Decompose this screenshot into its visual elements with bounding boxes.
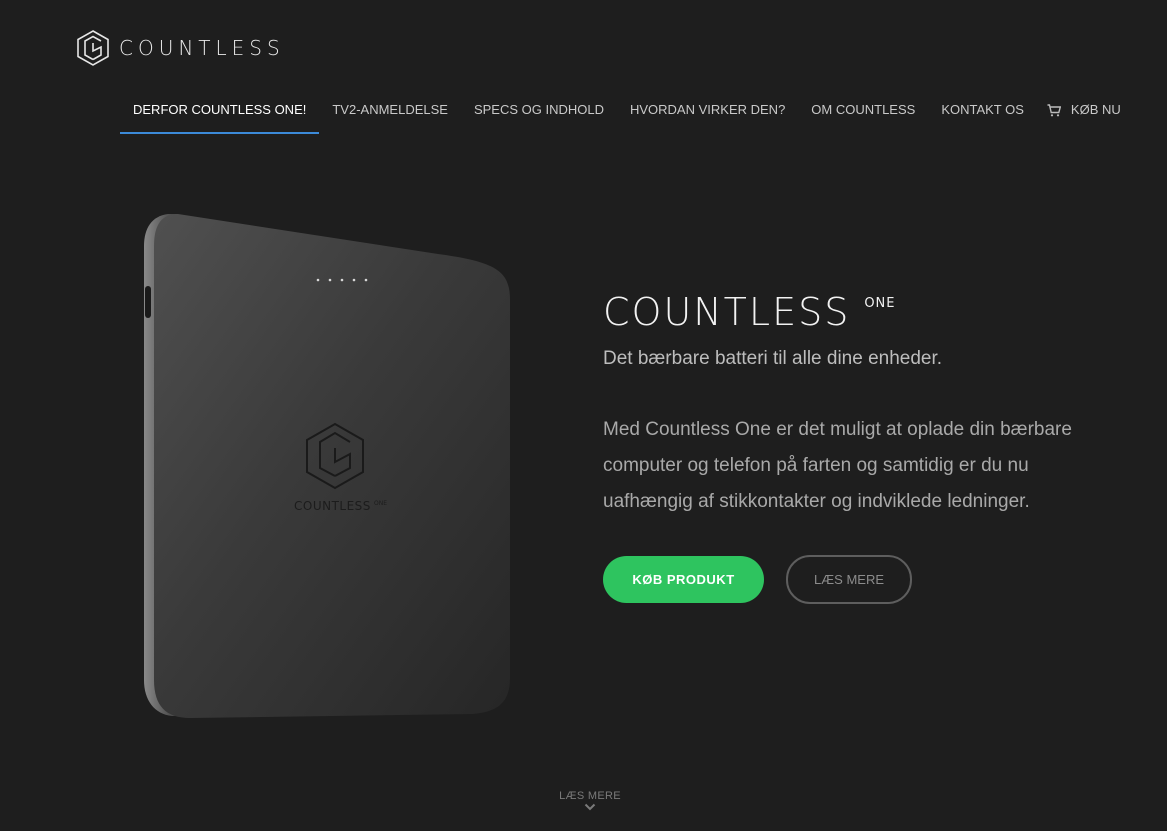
cart-icon (1047, 104, 1061, 117)
nav-item-derfor[interactable]: DERFOR COUNTLESS ONE! (120, 88, 320, 134)
hero-body: Med Countless One er det muligt at oplad… (603, 419, 1072, 512)
nav-item-kontakt[interactable]: KONTAKT OS (928, 88, 1037, 134)
hero-title-main: COUNTLESS (603, 290, 851, 334)
nav-item-hvordan[interactable]: HVORDAN VIRKER DEN? (617, 88, 798, 134)
hero-title: COUNTLESS ONE (603, 290, 1123, 334)
hero-subtitle: Det bærbare batteri til alle dine enhede… (603, 348, 943, 369)
brand-name: COUNTLESS (119, 36, 285, 60)
nav-item-tv2-anmeldelse[interactable]: TV2-ANMELDELSE (319, 88, 461, 134)
device-brand-text: COUNTLESS (294, 499, 371, 513)
nav-buy-label: KØB NU (1070, 102, 1121, 117)
hero-actions: KØB PRODUKT LÆS MERE (603, 555, 1123, 604)
nav-item-om-countless[interactable]: OM COUNTLESS (798, 88, 928, 134)
scroll-down-link[interactable]: LÆS MERE (540, 790, 640, 811)
hero-section: COUNTLESS ONE Det bærbare batteri til al… (603, 290, 1123, 604)
main-nav: DERFOR COUNTLESS ONE! TV2-ANMELDELSE SPE… (120, 88, 1134, 134)
scroll-label: LÆS MERE (559, 790, 621, 802)
hero-title-sup: ONE (864, 296, 896, 311)
nav-item-specs[interactable]: SPECS OG INDHOLD (461, 88, 617, 134)
power-bank-device: COUNTLESS ONE (144, 214, 510, 718)
chevron-down-icon (584, 803, 596, 811)
countless-logo-icon (77, 30, 109, 66)
brand-logo[interactable]: COUNTLESS (75, 29, 285, 67)
nav-item-kob-nu[interactable]: KØB NU (1037, 88, 1134, 134)
buy-product-button[interactable]: KØB PRODUKT (603, 556, 764, 603)
product-image: COUNTLESS ONE (138, 210, 518, 722)
device-sup-text: ONE (374, 500, 387, 507)
read-more-button[interactable]: LÆS MERE (786, 555, 912, 604)
page: COUNTLESS DERFOR COUNTLESS ONE! TV2-ANME… (0, 0, 1167, 831)
